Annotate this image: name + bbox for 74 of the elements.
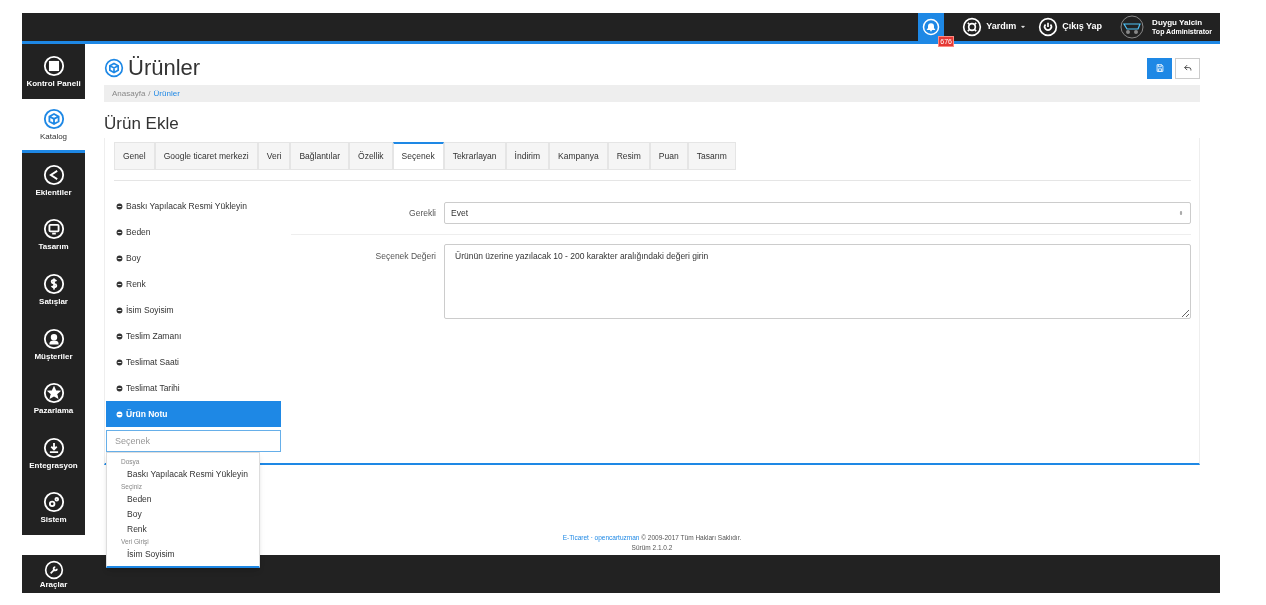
gears-icon: [42, 491, 65, 514]
tab[interactable]: Veri: [257, 142, 291, 170]
tab[interactable]: İndirim: [505, 142, 550, 170]
wrench-icon: [43, 559, 64, 580]
minus-circle-icon: [116, 306, 123, 314]
option-item[interactable]: Boy: [106, 245, 281, 271]
user-icon: [42, 327, 65, 350]
monitor-icon: [42, 218, 65, 241]
help-menu[interactable]: Yardım: [962, 17, 1027, 37]
dollar-icon: [42, 273, 65, 296]
option-item[interactable]: Beden: [106, 219, 281, 245]
tab[interactable]: Puan: [649, 142, 688, 170]
cube-icon: [104, 58, 124, 78]
sidebar-item[interactable]: Araçlar: [22, 555, 85, 593]
dropdown-option[interactable]: Boy: [107, 507, 259, 522]
field-label: Seçenek Değeri: [374, 250, 436, 263]
tab[interactable]: Tekrarlayan: [443, 142, 506, 170]
option-item[interactable]: Renk: [106, 271, 281, 297]
tab[interactable]: Genel: [114, 142, 155, 170]
field-label: Gerekli: [408, 206, 436, 220]
option-search-field[interactable]: Seçenek: [106, 430, 281, 452]
power-icon: [1038, 17, 1059, 37]
tab[interactable]: Seçenek: [392, 142, 444, 170]
page-title: Ürünler: [128, 57, 201, 79]
sidebar-item[interactable]: Eklentiler: [22, 153, 85, 208]
sidebar-item[interactable]: Katalog: [22, 98, 85, 154]
back-button[interactable]: [1175, 57, 1200, 79]
minus-circle-icon: [116, 228, 123, 236]
minus-circle-icon: [116, 332, 123, 340]
option-value-field[interactable]: Ürünün üzerine yazılacak 10 - 200 karakter aralığındaki değeri girin: [444, 244, 1191, 319]
minus-circle-icon: [116, 254, 123, 262]
option-item[interactable]: Teslimat Saati: [106, 349, 281, 375]
tab[interactable]: Kampanya: [549, 142, 608, 170]
caret-icon: [1020, 24, 1027, 30]
option-item[interactable]: Baskı Yapılacak Resmi Yükleyin: [106, 193, 281, 219]
tab[interactable]: Tasarım: [687, 142, 736, 170]
logout-button[interactable]: Çıkış Yap: [1038, 17, 1103, 37]
reply-icon: [1182, 63, 1193, 73]
sidebar-item[interactable]: Kontrol Paneli: [22, 44, 85, 99]
option-item[interactable]: Ürün Notu: [106, 401, 281, 427]
bell-icon: [922, 18, 941, 36]
dropdown-option[interactable]: Beden: [107, 492, 259, 507]
save-button[interactable]: [1147, 57, 1172, 79]
dropdown-option[interactable]: Baskı Yapılacak Resmi Yükleyin: [107, 467, 259, 482]
minus-circle-icon: [116, 280, 123, 288]
option-item[interactable]: Teslim Zamanı: [106, 323, 281, 349]
dropdown-option[interactable]: İsim Soyisim: [107, 547, 259, 562]
tab[interactable]: Özellik: [349, 142, 393, 170]
cube-icon: [42, 107, 65, 130]
cart-avatar-icon: [1120, 15, 1145, 39]
option-item[interactable]: İsim Soyisim: [106, 297, 281, 323]
download-icon: [42, 436, 65, 459]
lifebuoy-icon: [962, 17, 983, 37]
breadcrumb-separator: /: [148, 87, 151, 100]
sidebar-item[interactable]: Sistem: [22, 480, 85, 535]
minus-circle-icon: [116, 358, 123, 366]
minus-circle-icon: [116, 384, 123, 392]
sidebar-item[interactable]: Satışlar: [22, 262, 85, 317]
sidebar-item[interactable]: Müşteriler: [22, 316, 85, 372]
minus-circle-icon: [116, 410, 123, 418]
option-item[interactable]: Teslimat Tarihi: [106, 375, 281, 401]
share-icon: [42, 163, 65, 186]
minus-circle-icon: [116, 202, 123, 210]
notifications-button[interactable]: [918, 13, 945, 41]
dropdown-option[interactable]: Renk: [107, 522, 259, 537]
tab[interactable]: Bağlantılar: [290, 142, 350, 170]
tab[interactable]: Resim: [607, 142, 650, 170]
sidebar-item[interactable]: Pazarlama: [22, 371, 85, 426]
section-title: Ürün Ekle: [104, 115, 180, 132]
required-select[interactable]: Evet: [444, 202, 1191, 224]
sidebar-item[interactable]: Tasarım: [22, 207, 85, 263]
user-name: Duygu Yalcin: [1152, 18, 1204, 27]
tab[interactable]: Google ticaret merkezi: [154, 142, 258, 170]
sidebar-item[interactable]: Entegrasyon: [22, 425, 85, 481]
